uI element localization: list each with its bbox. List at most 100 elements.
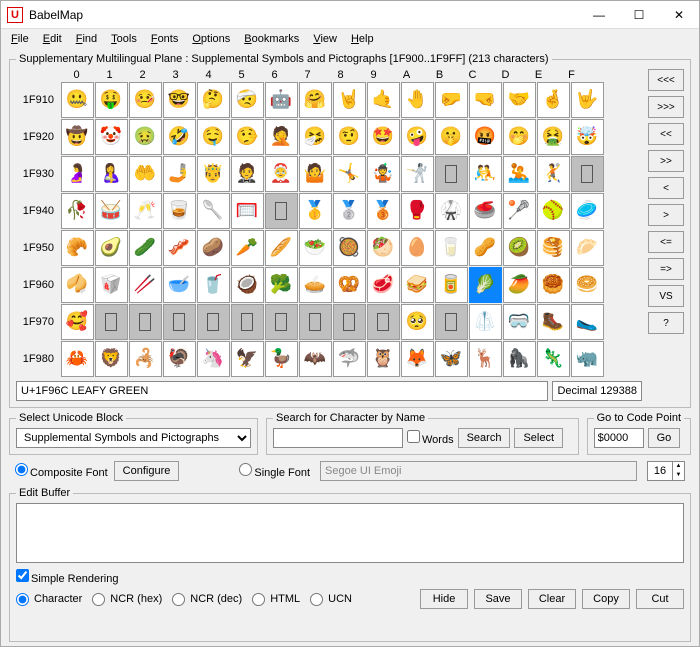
char-cell[interactable]: 🥎: [537, 193, 570, 229]
char-cell[interactable]: 🤕: [231, 82, 264, 118]
words-checkbox[interactable]: [407, 430, 420, 443]
char-cell[interactable]: [265, 193, 298, 229]
char-cell[interactable]: [367, 304, 400, 340]
char-cell[interactable]: 🥖: [265, 230, 298, 266]
char-cell[interactable]: 🥏: [571, 193, 604, 229]
nav-button[interactable]: >>: [648, 150, 684, 172]
go-button[interactable]: Go: [648, 428, 681, 448]
nav-button[interactable]: =>: [648, 258, 684, 280]
char-cell[interactable]: 🤠: [61, 119, 94, 155]
char-cell[interactable]: 🤾: [537, 156, 570, 192]
format-radio[interactable]: [252, 593, 265, 606]
nav-button[interactable]: <=: [648, 231, 684, 253]
char-cell[interactable]: 🤦: [265, 119, 298, 155]
char-cell[interactable]: 🥨: [333, 267, 366, 303]
simple-rendering-label[interactable]: Simple Rendering: [16, 573, 118, 585]
char-cell[interactable]: 🥬: [469, 267, 502, 303]
char-cell[interactable]: 🤯: [571, 119, 604, 155]
char-cell[interactable]: 🤶: [265, 156, 298, 192]
composite-font-radio[interactable]: [15, 463, 28, 476]
char-cell[interactable]: 🤡: [95, 119, 128, 155]
char-cell[interactable]: 🥢: [129, 267, 162, 303]
char-cell[interactable]: 🤴: [197, 156, 230, 192]
char-cell[interactable]: 🥞: [537, 230, 570, 266]
hide-button[interactable]: Hide: [420, 589, 468, 609]
menu-tools[interactable]: Tools: [105, 32, 143, 46]
char-cell[interactable]: [129, 304, 162, 340]
char-cell[interactable]: 🤸: [333, 156, 366, 192]
char-cell[interactable]: 🥜: [469, 230, 502, 266]
char-cell[interactable]: 🥄: [197, 193, 230, 229]
char-cell[interactable]: 🥩: [367, 267, 400, 303]
minimize-button[interactable]: —: [579, 1, 619, 29]
char-cell[interactable]: 🤽: [503, 156, 536, 192]
char-cell[interactable]: 🤔: [197, 82, 230, 118]
cut-button[interactable]: Cut: [636, 589, 684, 609]
char-cell[interactable]: 🤵: [231, 156, 264, 192]
char-cell[interactable]: 🤘: [333, 82, 366, 118]
nav-button[interactable]: ?: [648, 312, 684, 334]
char-cell[interactable]: 🥌: [469, 193, 502, 229]
char-cell[interactable]: 🤝: [503, 82, 536, 118]
char-cell[interactable]: 🤚: [401, 82, 434, 118]
char-cell[interactable]: 🤓: [163, 82, 196, 118]
char-cell[interactable]: 🥧: [299, 267, 332, 303]
format-radio[interactable]: [310, 593, 323, 606]
menu-find[interactable]: Find: [70, 32, 103, 46]
char-cell[interactable]: [265, 304, 298, 340]
char-cell[interactable]: 🦁: [95, 341, 128, 377]
char-cell[interactable]: 🥫: [435, 267, 468, 303]
nav-button[interactable]: <<<: [648, 69, 684, 91]
char-cell[interactable]: 🥉: [367, 193, 400, 229]
char-cell[interactable]: 🥈: [333, 193, 366, 229]
goto-input[interactable]: [594, 428, 644, 448]
char-cell[interactable]: 🤰: [61, 156, 94, 192]
char-cell[interactable]: 🦉: [367, 341, 400, 377]
char-cell[interactable]: 🥐: [61, 230, 94, 266]
char-cell[interactable]: 🤷: [299, 156, 332, 192]
char-cell[interactable]: 🥗: [299, 230, 332, 266]
char-cell[interactable]: 🤟: [571, 82, 604, 118]
edit-buffer-textarea[interactable]: [16, 503, 684, 563]
search-input[interactable]: [273, 428, 403, 448]
char-cell[interactable]: 🤛: [435, 82, 468, 118]
char-cell[interactable]: 🤖: [265, 82, 298, 118]
char-cell[interactable]: 🥛: [435, 230, 468, 266]
format-radio-label[interactable]: NCR (hex): [92, 593, 162, 606]
char-cell[interactable]: 🥙: [367, 230, 400, 266]
font-name-select[interactable]: Segoe UI Emoji: [320, 461, 637, 481]
char-cell[interactable]: 🥤: [197, 267, 230, 303]
char-cell[interactable]: 🥕: [231, 230, 264, 266]
char-cell[interactable]: 🥿: [571, 304, 604, 340]
char-cell[interactable]: 🦏: [571, 341, 604, 377]
char-cell[interactable]: 🤪: [401, 119, 434, 155]
format-radio[interactable]: [16, 593, 29, 606]
char-cell[interactable]: 🤬: [469, 119, 502, 155]
char-cell[interactable]: 🦋: [435, 341, 468, 377]
char-cell[interactable]: 🦈: [333, 341, 366, 377]
nav-button[interactable]: VS: [648, 285, 684, 307]
char-cell[interactable]: 🤢: [129, 119, 162, 155]
char-cell[interactable]: 🥊: [401, 193, 434, 229]
char-cell[interactable]: 🥁: [95, 193, 128, 229]
char-cell[interactable]: 🥒: [129, 230, 162, 266]
char-cell[interactable]: 🤼: [469, 156, 502, 192]
nav-button[interactable]: <<: [648, 123, 684, 145]
single-font-radio[interactable]: [239, 463, 252, 476]
char-cell[interactable]: [163, 304, 196, 340]
nav-button[interactable]: >>>: [648, 96, 684, 118]
char-cell[interactable]: [299, 304, 332, 340]
char-cell[interactable]: [435, 156, 468, 192]
char-cell[interactable]: 🥼: [469, 304, 502, 340]
char-cell[interactable]: 🤹: [367, 156, 400, 192]
char-cell[interactable]: 🥍: [503, 193, 536, 229]
char-cell[interactable]: 🤞: [537, 82, 570, 118]
char-cell[interactable]: 🥓: [163, 230, 196, 266]
format-radio-label[interactable]: UCN: [310, 593, 352, 606]
char-cell[interactable]: 🥮: [537, 267, 570, 303]
char-cell[interactable]: [95, 304, 128, 340]
size-down-button[interactable]: ▼: [672, 471, 684, 480]
char-cell[interactable]: 🤩: [367, 119, 400, 155]
char-cell[interactable]: [231, 304, 264, 340]
menu-options[interactable]: Options: [186, 32, 236, 46]
